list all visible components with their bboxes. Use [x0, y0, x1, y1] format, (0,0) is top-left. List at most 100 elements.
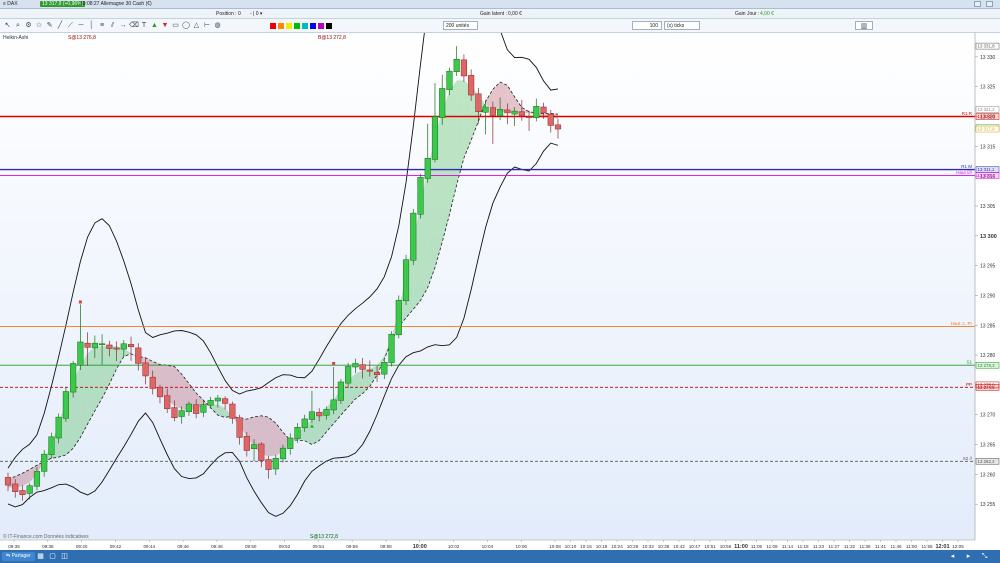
candle-body[interactable] [525, 116, 533, 118]
candle-body[interactable] [453, 58, 460, 73]
candle-body[interactable] [287, 437, 294, 449]
triangle-icon[interactable]: △ [192, 21, 201, 30]
order-label-buy[interactable]: B@13 272,8 [318, 35, 346, 41]
candle-body[interactable] [518, 111, 525, 117]
color-swatch[interactable] [326, 23, 332, 29]
candle-body[interactable] [497, 109, 504, 117]
candle-body[interactable] [26, 485, 33, 494]
star-icon[interactable]: ☆ [35, 21, 44, 30]
candle-body[interactable] [330, 399, 337, 411]
palette-icon[interactable]: ◍ [213, 21, 222, 30]
candle-body[interactable] [345, 366, 352, 384]
vline-icon[interactable]: │ [87, 21, 96, 30]
candle-body[interactable] [214, 397, 221, 402]
candle-body[interactable] [99, 343, 106, 346]
candle-body[interactable] [62, 391, 69, 419]
gear-icon[interactable]: ⚙ [24, 21, 33, 30]
minimize-button[interactable] [974, 1, 981, 7]
candle-body[interactable] [178, 410, 185, 417]
candle-body[interactable] [395, 299, 402, 336]
candle-body[interactable] [323, 409, 330, 416]
candle-body[interactable] [12, 483, 19, 492]
candle-body[interactable] [156, 387, 164, 398]
color-swatch[interactable] [286, 23, 292, 29]
order-label-sell-1[interactable]: S@13 276,8 [68, 35, 96, 41]
color-swatch[interactable] [278, 23, 284, 29]
units-select[interactable]: 200 unités [443, 21, 478, 30]
candle-body[interactable] [236, 417, 243, 438]
text-icon[interactable]: T [140, 21, 149, 30]
chart-type-icon[interactable]: ▥ [855, 21, 873, 30]
hline-icon[interactable]: ─ [77, 21, 86, 30]
candle-body[interactable] [185, 403, 192, 413]
sell-icon[interactable]: ▼ [161, 21, 170, 30]
candle-body[interactable] [316, 412, 323, 417]
cursor-icon[interactable]: ↖ [3, 21, 12, 30]
candle-body[interactable] [511, 110, 518, 115]
candle-body[interactable] [171, 407, 178, 418]
sell-marker[interactable] [78, 300, 82, 304]
candle-body[interactable] [352, 363, 359, 368]
candle-body[interactable] [70, 363, 77, 393]
position-control[interactable]: - | 0 ▾ [250, 11, 262, 17]
share-button[interactable]: ⇆ Partager [2, 552, 35, 561]
candle-body[interactable] [250, 444, 258, 449]
fib-icon[interactable]: ≡ [98, 21, 107, 30]
candle-body[interactable] [359, 364, 366, 370]
candle-body[interactable] [424, 158, 431, 179]
zoom-icon[interactable]: ⌕ [14, 21, 23, 30]
ellipse-icon[interactable]: ◯ [182, 21, 191, 30]
candle-body[interactable] [41, 453, 48, 472]
scroll-right-icon[interactable]: ▸ [964, 552, 973, 561]
candle-body[interactable] [540, 106, 547, 114]
candle-body[interactable] [439, 88, 446, 118]
window-icon[interactable]: ▢ [48, 552, 57, 561]
close-button[interactable] [986, 1, 993, 7]
ticks-input[interactable]: 100 [632, 21, 662, 30]
candle-body[interactable] [301, 418, 308, 429]
color-swatch[interactable] [294, 23, 300, 29]
candle-body[interactable] [243, 435, 250, 451]
candle-body[interactable] [308, 411, 316, 420]
price-chart[interactable]: R1 R R1 MHaut //// Haut J,, Pr S1 PP S2 // 13… [0, 33, 1000, 550]
candle-body[interactable] [120, 343, 127, 350]
scroll-left-icon[interactable]: ◂ [948, 552, 957, 561]
candle-body[interactable] [489, 107, 496, 116]
pencil-icon[interactable]: ✎ [45, 21, 54, 30]
candle-body[interactable] [547, 113, 554, 126]
candle-body[interactable] [482, 106, 489, 113]
candle-body[interactable] [294, 427, 301, 439]
candle-body[interactable] [207, 400, 214, 406]
candle-body[interactable] [337, 381, 344, 401]
candle-body[interactable] [446, 70, 453, 90]
candle-body[interactable] [258, 443, 265, 461]
candle-body[interactable] [135, 347, 142, 364]
candle-body[interactable] [164, 395, 171, 410]
candle-body[interactable] [265, 459, 272, 470]
candle-body[interactable] [460, 59, 467, 77]
candle-body[interactable] [475, 93, 482, 112]
rect-icon[interactable]: ▭ [171, 21, 180, 30]
candle-body[interactable] [229, 403, 236, 419]
color-swatch[interactable] [318, 23, 324, 29]
candle-body[interactable] [113, 347, 120, 350]
candle-body[interactable] [222, 398, 229, 404]
candle-body[interactable] [381, 362, 388, 375]
candle-body[interactable] [410, 212, 417, 261]
layout-icon[interactable]: ▦ [36, 552, 45, 561]
color-swatch[interactable] [270, 23, 276, 29]
ray-icon[interactable]: ⟋ [66, 21, 75, 30]
resize-icon[interactable]: ⤡ [980, 552, 989, 561]
candle-body[interactable] [272, 458, 279, 470]
channel-icon[interactable]: ⫽ [108, 21, 117, 30]
candle-body[interactable] [33, 471, 41, 487]
color-swatch[interactable] [310, 23, 316, 29]
candle-body[interactable] [127, 344, 135, 347]
candle-body[interactable] [91, 342, 98, 349]
line-icon[interactable]: ╱ [56, 21, 65, 30]
candle-body[interactable] [149, 376, 156, 389]
arrow-icon[interactable]: → [119, 21, 128, 30]
candle-body[interactable] [193, 404, 200, 414]
candle-body[interactable] [417, 177, 424, 215]
candle-body[interactable] [19, 490, 26, 495]
